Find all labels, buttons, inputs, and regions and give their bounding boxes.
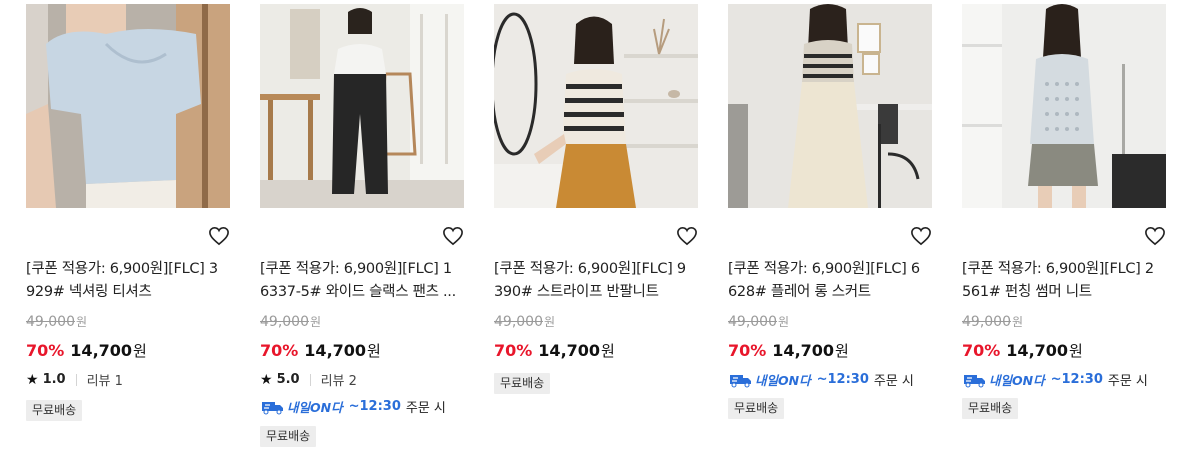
original-price: 49,000원 xyxy=(26,314,88,330)
original-price: 49,000원 xyxy=(728,314,790,330)
product-image[interactable] xyxy=(962,4,1166,208)
truck-badge-icon xyxy=(262,401,283,414)
product-image[interactable] xyxy=(494,4,698,208)
sale-price: 70% 14,700원 xyxy=(728,341,849,360)
star-icon: ★ xyxy=(26,371,39,388)
rating-summary: ★ 5.0 리뷰 2 xyxy=(260,370,357,390)
discount-rate: 70% xyxy=(494,341,533,360)
sale-price: 70% 14,700원 xyxy=(26,341,147,360)
next-day-delivery: 내일ON다 ~12:30 주문 시 xyxy=(962,370,1148,389)
rating-value: 1.0 xyxy=(42,372,66,387)
heart-outline-icon[interactable] xyxy=(910,226,932,246)
original-price: 49,000원 xyxy=(494,314,556,330)
original-price: 49,000원 xyxy=(962,314,1024,330)
product-image[interactable] xyxy=(26,4,230,208)
product-card[interactable]: [쿠폰 적용가: 6,900원][FLC] 3 929# 넥셔링 티셔츠 49,… xyxy=(26,4,230,421)
heart-outline-icon[interactable] xyxy=(442,226,464,246)
divider xyxy=(309,373,311,386)
product-title[interactable]: [쿠폰 적용가: 6,900원][FLC] 6 628# 플레어 롱 스커트 xyxy=(728,258,932,304)
review-count: 리뷰 1 xyxy=(86,374,123,389)
product-card[interactable]: [쿠폰 적용가: 6,900원][FLC] 1 6337-5# 와이드 슬랙스 … xyxy=(260,4,464,447)
product-image[interactable] xyxy=(260,4,464,208)
heart-outline-icon[interactable] xyxy=(676,226,698,246)
free-shipping-badge: 무료배송 xyxy=(728,398,785,419)
sale-price: 70% 14,700원 xyxy=(260,341,381,360)
next-day-delivery: 내일ON다 ~12:30 주문 시 xyxy=(728,370,914,389)
product-card[interactable]: [쿠폰 적용가: 6,900원][FLC] 6 628# 플레어 롱 스커트 4… xyxy=(728,4,932,419)
product-title[interactable]: [쿠폰 적용가: 6,900원][FLC] 3 929# 넥셔링 티셔츠 xyxy=(26,258,230,304)
free-shipping-badge: 무료배송 xyxy=(962,398,1019,419)
original-price: 49,000원 xyxy=(260,314,322,330)
product-title[interactable]: [쿠폰 적용가: 6,900원][FLC] 9 390# 스트라이프 반팔니트 xyxy=(494,258,698,304)
discount-rate: 70% xyxy=(26,341,65,360)
free-shipping-badge: 무료배송 xyxy=(26,400,83,421)
sale-price: 70% 14,700원 xyxy=(494,341,615,360)
rating-summary: ★ 1.0 리뷰 1 xyxy=(26,370,123,390)
star-icon: ★ xyxy=(260,371,273,388)
product-title[interactable]: [쿠폰 적용가: 6,900원][FLC] 1 6337-5# 와이드 슬랙스 … xyxy=(260,258,464,304)
free-shipping-badge: 무료배송 xyxy=(494,373,551,394)
heart-outline-icon[interactable] xyxy=(1144,226,1166,246)
product-image[interactable] xyxy=(728,4,932,208)
free-shipping-badge: 무료배송 xyxy=(260,426,317,447)
sale-price: 70% 14,700원 xyxy=(962,341,1083,360)
product-grid: [쿠폰 적용가: 6,900원][FLC] 3 929# 넥셔링 티셔츠 49,… xyxy=(0,0,1183,469)
product-title[interactable]: [쿠폰 적용가: 6,900원][FLC] 2 561# 펀칭 썸머 니트 xyxy=(962,258,1166,304)
next-day-delivery: 내일ON다 ~12:30 주문 시 xyxy=(260,397,446,416)
discount-rate: 70% xyxy=(962,341,1001,360)
product-card[interactable]: [쿠폰 적용가: 6,900원][FLC] 9 390# 스트라이프 반팔니트 … xyxy=(494,4,698,394)
truck-badge-icon xyxy=(964,374,985,387)
discount-rate: 70% xyxy=(260,341,299,360)
rating-value: 5.0 xyxy=(276,372,300,387)
truck-badge-icon xyxy=(730,374,751,387)
discount-rate: 70% xyxy=(728,341,767,360)
divider xyxy=(75,373,77,386)
review-count: 리뷰 2 xyxy=(320,374,357,389)
product-card[interactable]: [쿠폰 적용가: 6,900원][FLC] 2 561# 펀칭 썸머 니트 49… xyxy=(962,4,1166,419)
heart-outline-icon[interactable] xyxy=(208,226,230,246)
